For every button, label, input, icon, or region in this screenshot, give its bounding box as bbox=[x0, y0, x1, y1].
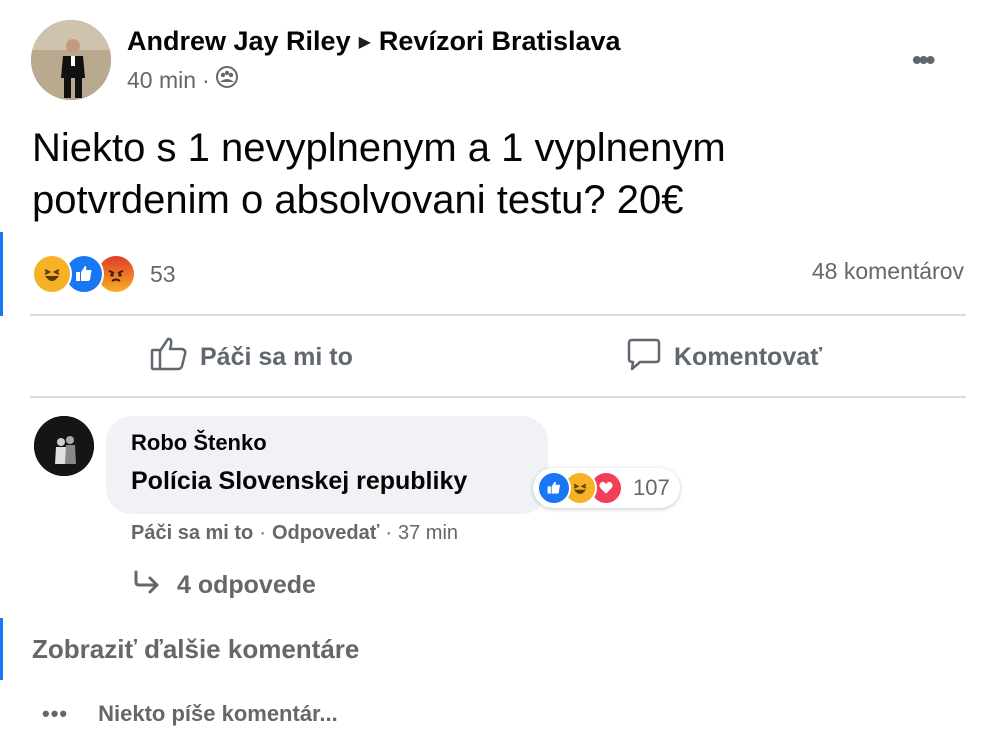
like-label: Páči sa mi to bbox=[200, 343, 353, 371]
divider-bottom bbox=[30, 396, 966, 398]
commenter-avatar[interactable] bbox=[34, 416, 94, 476]
left-accent-bar-bottom bbox=[0, 618, 3, 680]
comment-reply-link[interactable]: Odpovedať bbox=[272, 522, 379, 545]
group-icon bbox=[215, 66, 238, 94]
typing-dots-icon: ••• bbox=[42, 701, 69, 726]
like-outline-icon bbox=[150, 336, 188, 379]
comment-text: Polícia Slovenskej republiky bbox=[131, 467, 468, 495]
post-text: Niekto s 1 nevyplnenym a 1 vyplnenym pot… bbox=[32, 126, 726, 222]
comment-time[interactable]: 37 min bbox=[398, 522, 458, 545]
group-name[interactable]: Revízori Bratislava bbox=[379, 26, 621, 57]
meta-separator: · bbox=[202, 66, 210, 93]
caret-right-icon: ▶ bbox=[358, 33, 371, 51]
post-reactions[interactable]: 53 bbox=[32, 254, 176, 294]
comment-like-link[interactable]: Páči sa mi to bbox=[131, 522, 253, 545]
divider-top bbox=[30, 314, 966, 316]
comment-outline-icon bbox=[626, 336, 662, 379]
comment-reaction-count: 107 bbox=[633, 475, 670, 500]
more-options-icon[interactable]: ••• bbox=[912, 44, 935, 76]
left-accent-bar-top bbox=[0, 232, 3, 316]
author-avatar[interactable] bbox=[31, 20, 111, 100]
post-meta: 40 min · bbox=[127, 66, 238, 94]
show-more-comments-link[interactable]: Zobraziť ďalšie komentáre bbox=[32, 634, 359, 665]
view-replies-button[interactable]: 4 odpovede bbox=[133, 570, 316, 601]
comment-actions: Páči sa mi to · Odpovedať · 37 min bbox=[131, 522, 458, 545]
reply-arrow-icon bbox=[133, 570, 161, 601]
comment-separator: · bbox=[259, 522, 266, 544]
comment-count[interactable]: 48 komentárov bbox=[812, 258, 964, 285]
comment-button[interactable]: Komentovať bbox=[626, 336, 822, 379]
author-name[interactable]: Andrew Jay Riley bbox=[127, 26, 351, 57]
reaction-count[interactable]: 53 bbox=[150, 261, 176, 288]
comment-separator: · bbox=[385, 522, 392, 544]
typing-label: Niekto píše komentár... bbox=[98, 701, 338, 726]
typing-indicator: ••• Niekto píše komentár... bbox=[42, 701, 338, 727]
like-button[interactable]: Páči sa mi to bbox=[150, 336, 353, 379]
post-header: Andrew Jay Riley ▶ Revízori Bratislava bbox=[127, 26, 621, 57]
haha-reaction-icon bbox=[32, 254, 72, 294]
post-time[interactable]: 40 min bbox=[127, 67, 196, 94]
comment-label: Komentovať bbox=[674, 343, 823, 371]
like-reaction-icon bbox=[537, 471, 571, 505]
comment-reactions[interactable]: 107 bbox=[533, 468, 680, 508]
commenter-name[interactable]: Robo Štenko bbox=[131, 430, 267, 456]
replies-label: 4 odpovede bbox=[177, 571, 316, 599]
